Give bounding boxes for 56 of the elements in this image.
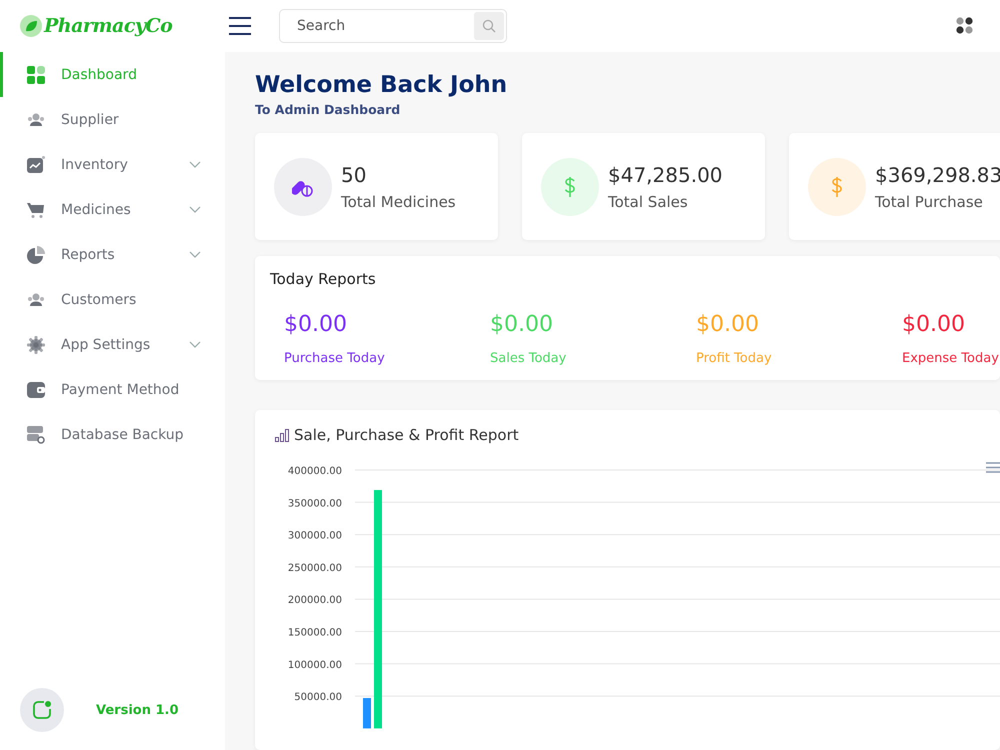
search-icon <box>482 19 496 33</box>
chart-title: Sale, Purchase & Profit Report <box>294 426 519 444</box>
grid-icon <box>27 66 45 84</box>
report-value: $0.00 <box>696 312 760 337</box>
cart-icon <box>27 200 45 218</box>
chart-icon <box>27 156 45 174</box>
report-value: $0.00 <box>902 312 966 337</box>
sidebar-item[interactable]: Payment Method <box>0 367 225 412</box>
report-label: Sales Today <box>490 351 568 366</box>
version-label: Version 1.0 <box>96 702 179 718</box>
stat-value: 50 <box>341 162 368 186</box>
axis-label: 400000.00 <box>288 466 342 477</box>
notification-icon <box>32 700 52 720</box>
brand-name: PharmacyCo <box>44 15 172 37</box>
sidebar-item[interactable]: Database Backup <box>0 412 225 457</box>
chevron-down-icon <box>189 206 201 213</box>
sidebar-item[interactable]: Medicines <box>0 187 225 232</box>
report-value: $0.00 <box>284 312 348 337</box>
sidebar-item[interactable]: Customers <box>0 277 225 322</box>
axis-label: 200000.00 <box>288 595 342 606</box>
chevron-down-icon <box>189 251 201 258</box>
sidebar-item[interactable]: App Settings <box>0 322 225 367</box>
welcome-subtitle: To Admin Dashboard <box>255 102 402 117</box>
sidebar-item[interactable]: Supplier <box>0 97 225 142</box>
report-value: $0.00 <box>490 312 554 337</box>
leaf-icon <box>20 15 42 37</box>
axis-label: 300000.00 <box>288 530 342 542</box>
people-icon <box>27 112 45 126</box>
apps-icon[interactable] <box>956 17 974 35</box>
axis-label: 50000.00 <box>294 692 342 704</box>
bar-chart-icon <box>275 428 289 442</box>
stat-label: Total Sales <box>608 192 689 210</box>
report-label: Profit Today <box>696 351 773 366</box>
stat-label: Total Purchase <box>875 192 984 210</box>
axis-label: 250000.00 <box>288 562 342 574</box>
sidebar-item[interactable]: Reports <box>0 232 225 277</box>
dollar-icon <box>830 176 844 198</box>
stat-label: Total Medicines <box>341 192 456 210</box>
server-icon <box>27 426 45 444</box>
welcome-title: Welcome Back John <box>255 72 508 98</box>
chevron-down-icon <box>189 161 201 168</box>
people-icon <box>27 292 45 306</box>
axis-label: 100000.00 <box>288 660 342 671</box>
chevron-down-icon <box>189 341 201 348</box>
axis-label: 350000.00 <box>288 498 342 510</box>
wallet-icon <box>27 382 45 398</box>
settings-icon <box>27 336 45 354</box>
card-title: Today Reports <box>270 270 377 288</box>
dollar-icon <box>563 176 577 198</box>
report-label: Expense Today <box>902 351 1000 366</box>
stat-value: $47,285.00 <box>608 162 723 186</box>
pie-chart-icon <box>27 246 45 264</box>
sidebar-item[interactable]: Inventory <box>0 142 225 187</box>
report-label: Purchase Today <box>284 351 386 366</box>
menu-icon[interactable] <box>229 17 251 35</box>
axis-label: 150000.00 <box>288 628 342 638</box>
